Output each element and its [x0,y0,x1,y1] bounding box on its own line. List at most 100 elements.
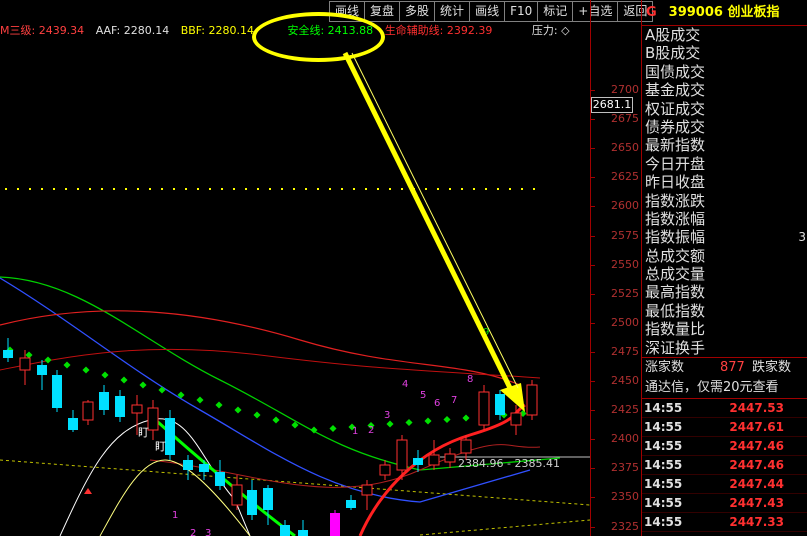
candle-body-down [183,460,193,470]
axis-label: 2500 [611,315,639,329]
axis-tick [591,148,595,150]
candle-body-down [280,525,290,536]
axis-label: 2675 [611,112,639,126]
axis-tick [591,351,595,353]
axis-label: 2575 [611,228,639,242]
sar-dot [82,366,90,374]
candle-body-down [495,394,505,415]
candle-body-down [298,530,308,536]
ma-line-blue [0,277,531,503]
quote-field: 指数量比 [642,320,807,338]
candle-body-down [115,396,125,417]
candle-body-down [346,500,356,508]
toolbar-button-4[interactable]: 画线 [469,1,506,22]
sar-dot [253,411,261,419]
tick-price: 2447.46 [729,458,784,473]
sar-dot [120,376,128,384]
quote-field: 国债成交 [642,63,807,81]
breadth-stats: 涨家数 877 跌家数 [642,357,807,378]
candle-body-up [478,391,490,426]
count-digit: 5 [420,390,426,401]
range-label: 2384.96 - 2385.41 [458,457,560,470]
candle-body-up [131,404,143,414]
amplitude-value: 3 [798,230,806,245]
toolbar-button-3[interactable]: 统计 [434,1,471,22]
sar-dot [405,418,413,427]
axis-label: 2550 [611,257,639,271]
toolbar-button-5[interactable]: F10 [504,1,539,22]
axis-label: 2350 [611,490,639,504]
quote-field: 总成交额 [642,247,807,265]
candle-body-up [396,439,408,471]
count-digit: 3 [384,410,390,421]
count-digit: 2 [368,425,374,436]
tick-time: 14:55 [644,439,683,454]
candle-body-down [199,464,209,472]
tick-price: 2447.46 [729,439,784,454]
candle-body-down [37,365,47,375]
quote-field-label: 指数涨跌 [645,191,706,210]
toolbar-button-1[interactable]: 复盘 [364,1,401,22]
annotation-arrow [342,51,515,394]
sar-dot [329,424,337,433]
axis-label: 2625 [611,170,639,184]
axis-tick [591,322,595,324]
sar-dot [44,356,52,364]
quote-field: 深证换手 [642,339,807,357]
candle-body-up [361,484,373,496]
axis-tick [591,293,595,295]
toolbar-button-6[interactable]: 标记 [537,1,574,22]
quote-field-label: 指数振幅 [645,228,706,247]
index-code: 399006 [668,5,723,20]
sar-dot [215,401,223,409]
candle-body-down [263,488,273,510]
axis-label: 2425 [611,403,639,417]
quote-field: 指数涨幅 [642,210,807,228]
sar-dot [25,351,33,359]
indicator-life-line: 生命辅助线: 2392.39 [384,24,493,37]
axis-tick [591,410,595,412]
indicator-san: M三级: 2439.34 [0,24,85,37]
quote-field-label: 昨日收盘 [645,173,706,192]
promo-text[interactable]: 通达信，仅需20元查看 [642,378,807,400]
candle-body-down [52,375,62,408]
candle-body-up [19,357,31,371]
up-count: 877 [720,360,745,376]
up-count-label: 涨家数 [645,360,685,376]
support-line-2 [419,519,590,536]
candle-body-down [413,458,423,465]
candle-body-down [215,472,225,486]
lower-digit: 2 [190,528,196,536]
quote-panel: G 399006 创业板指 A股成交 B股成交 国债成交 基金成交 权证成交 债券成交 最新指… [641,0,807,536]
axis-tick [591,264,595,266]
highlight-ellipse [252,12,385,62]
sar-dot [386,420,394,428]
tick-time: 14:55 [644,496,683,511]
axis-label: 2475 [611,344,639,358]
quote-field: 最新指数 [642,136,807,154]
toolbar-button-2[interactable]: 多股 [399,1,436,22]
candlestick-chart[interactable]: 1 23456 78912 3盯盯2384.96 - 2385.41 [0,40,590,536]
axis-tick [591,439,595,441]
candle-body-up [510,412,522,426]
candle-body-up [147,407,159,431]
count-digit: 6 [434,398,440,409]
quote-header: G 399006 创业板指 [642,0,807,26]
candle-body-down [247,490,257,515]
axis-tick [591,177,595,179]
tick-row: 14:55 2447.46 [642,437,807,457]
tick-row: 14:55 2447.53 [642,399,807,419]
axis-label: 2525 [611,286,639,300]
annotation-arrow-shadow [351,52,519,389]
quote-field: 今日开盘 [642,155,807,173]
count-digit: 1 [352,426,358,437]
candle-body-up [526,384,538,416]
quote-field-label: 总成交额 [645,246,706,265]
ma-line-red [0,310,521,386]
tick-row: 14:55 2447.44 [642,475,807,495]
quote-field-label: 债券成交 [645,117,706,136]
quote-field-label: 最低指数 [645,301,706,320]
quote-field: 权证成交 [642,100,807,118]
candle-body-up [444,453,456,463]
sar-dot [424,417,432,425]
